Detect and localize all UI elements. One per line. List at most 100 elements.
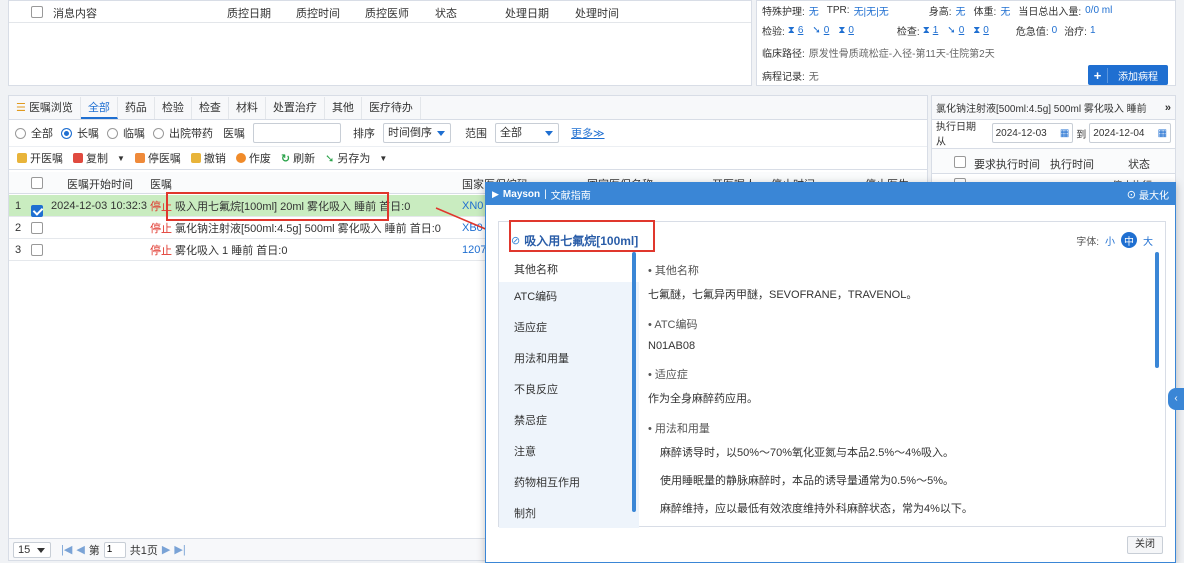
section-content: 其他名称 七氟醚，七氟异丙甲醚，SEVOFRANE，TRAVENOL。 ATC编…: [648, 262, 1153, 524]
exam-count-3[interactable]: 0: [983, 25, 989, 36]
font-medium-option[interactable]: 中: [1121, 232, 1137, 248]
copy-button[interactable]: 复制 ▼: [73, 150, 125, 166]
lab-count-3[interactable]: 0: [848, 25, 854, 36]
intake-value: 0/0 ml: [1085, 4, 1113, 16]
exam-count-1[interactable]: 1: [933, 25, 939, 36]
nav-interactions[interactable]: 药物相互作用: [499, 468, 639, 499]
row-checkbox[interactable]: [31, 222, 43, 234]
save-as-button[interactable]: ➘ 另存为 ▼: [325, 150, 387, 166]
section-nav: 其他名称 ATC编码 适应症 用法和用量 不良反应 禁忌症 注意 药物相互作用 …: [499, 258, 639, 528]
radio-discharge[interactable]: [153, 127, 164, 139]
first-page-icon[interactable]: |◀: [61, 543, 72, 556]
report-icon: ➘: [812, 24, 821, 36]
tab-all[interactable]: 全部: [80, 96, 118, 119]
date-to-input[interactable]: 2024-12-04 ▦: [1089, 123, 1172, 143]
tab-order-browse[interactable]: ☰ 医嘱浏览: [9, 96, 81, 119]
undo-icon: [190, 153, 201, 163]
stop-order-button[interactable]: 停医嘱: [134, 150, 181, 166]
close-button[interactable]: 关闭: [1127, 536, 1163, 554]
nav-other-names[interactable]: 其他名称: [499, 258, 639, 282]
side-collapse-handle[interactable]: ‹: [1168, 388, 1184, 410]
font-large-option[interactable]: 大: [1143, 233, 1153, 248]
row-status: 停止: [150, 222, 172, 235]
annotation-box: [166, 192, 389, 221]
nav-dosage[interactable]: 用法和用量: [499, 344, 639, 375]
tab-todo[interactable]: 医疗待办: [362, 96, 421, 119]
section-text: N01AB08: [648, 340, 696, 352]
tab-exam[interactable]: 检查: [192, 96, 229, 119]
quality-control-header: 消息内容 质控日期 质控时间 质控医师 状态 处理日期 处理时间: [9, 1, 751, 23]
maximize-icon: ⊙: [1126, 188, 1136, 201]
lab-count-2[interactable]: 0: [824, 25, 830, 36]
exec-select-all-checkbox[interactable]: [954, 156, 966, 168]
dialog-brand: Mayson: [502, 188, 541, 200]
orders-tab-bar: ☰ 医嘱浏览 全部 药品 检验 检查 材料 处置治疗 其他 医疗待办: [9, 96, 927, 120]
range-select[interactable]: 全部: [495, 123, 559, 143]
page-size-select[interactable]: 15: [13, 541, 51, 558]
font-size-label: 字体:: [1076, 236, 1099, 248]
filter-bar: 全部 长嘱 临嘱 出院带药 医嘱 排序 时间倒序 范围 全部 更多≫: [9, 120, 927, 146]
void-button[interactable]: 作废: [235, 150, 271, 166]
tab-treatment[interactable]: 处置治疗: [266, 96, 325, 119]
exam-count-2[interactable]: 0: [959, 25, 965, 36]
nav-scrollbar[interactable]: [632, 252, 636, 512]
nav-atc-code[interactable]: ATC编码: [499, 282, 639, 313]
chevron-right-icon[interactable]: »: [1165, 102, 1171, 114]
order-filter-input[interactable]: [253, 123, 341, 143]
critical-value: 0: [1051, 24, 1058, 36]
treat-value: 1: [1089, 24, 1096, 36]
grid-select-all-checkbox[interactable]: [31, 177, 43, 189]
next-page-icon[interactable]: ▶: [162, 543, 170, 556]
dialog-title: 文献指南: [550, 190, 591, 202]
select-all-checkbox[interactable]: [31, 6, 43, 18]
sort-select[interactable]: 时间倒序: [383, 123, 451, 143]
font-small-option[interactable]: 小: [1105, 233, 1115, 248]
tab-drugs[interactable]: 药品: [118, 96, 155, 119]
exec-date-label: 执行日期 从: [936, 122, 976, 148]
refresh-button[interactable]: ↻ 刷新: [281, 150, 315, 166]
tpr-label: TPR:: [826, 4, 850, 16]
lab-count-1[interactable]: 6: [798, 25, 804, 36]
lab-label: 检验:: [762, 26, 785, 38]
radio-all[interactable]: [15, 127, 26, 139]
nav-adverse-reactions[interactable]: 不良反应: [499, 375, 639, 406]
col-message: 消息内容: [53, 8, 97, 20]
more-filters-link[interactable]: 更多≫: [571, 125, 605, 141]
list-icon: ☰: [16, 101, 26, 114]
page-input[interactable]: [103, 541, 126, 558]
col-handle-date: 处理日期: [505, 8, 549, 20]
row-number: 1: [15, 199, 22, 212]
row-checkbox[interactable]: [31, 204, 43, 217]
new-order-button[interactable]: 开医嘱: [17, 150, 63, 166]
radio-long-term[interactable]: [61, 127, 72, 139]
last-page-icon[interactable]: ▶|: [174, 543, 185, 556]
row-checkbox[interactable]: [31, 244, 43, 256]
orders-toolbar: 开医嘱 复制 ▼ 停医嘱 撤销 作废 ↻ 刷新 ➘ 另存为 ▼: [9, 146, 927, 170]
add-record-button[interactable]: + 添加病程: [1088, 65, 1168, 85]
nav-indications[interactable]: 适应症: [499, 313, 639, 344]
tab-other[interactable]: 其他: [325, 96, 362, 119]
col-required-time: 要求执行时间: [974, 159, 1040, 171]
exec-grid-header: 要求执行时间 执行时间 状态: [932, 148, 1175, 174]
content-scrollbar[interactable]: [1155, 252, 1159, 368]
row-order: 氯化钠注射液[500ml:4.5g] 500ml 雾化吸入 睡前 首日:0: [175, 222, 441, 235]
row-order: 雾化吸入 1 睡前 首日:0: [175, 244, 288, 257]
special-care-value: 无: [808, 6, 819, 18]
tab-lab[interactable]: 检验: [155, 96, 192, 119]
date-from-input[interactable]: 2024-12-03 ▦: [991, 123, 1074, 143]
record-value: 无: [808, 71, 819, 83]
nav-formulations[interactable]: 制剂: [499, 499, 639, 528]
radio-temporary[interactable]: [107, 127, 118, 139]
record-label: 病程记录:: [762, 71, 805, 83]
tab-materials[interactable]: 材料: [229, 96, 266, 119]
chevron-down-icon: [37, 547, 45, 553]
undo-button[interactable]: 撤销: [190, 150, 226, 166]
prev-page-icon[interactable]: ◀: [76, 543, 84, 556]
to-label: 到: [1076, 129, 1087, 141]
save-icon: ➘: [325, 152, 335, 165]
weight-value: 无: [1000, 6, 1011, 18]
maximize-button[interactable]: ⊙ 最大化: [1127, 187, 1169, 202]
nav-precautions[interactable]: 注意: [499, 437, 639, 468]
weight-label: 体重:: [973, 6, 997, 18]
nav-contraindications[interactable]: 禁忌症: [499, 406, 639, 437]
